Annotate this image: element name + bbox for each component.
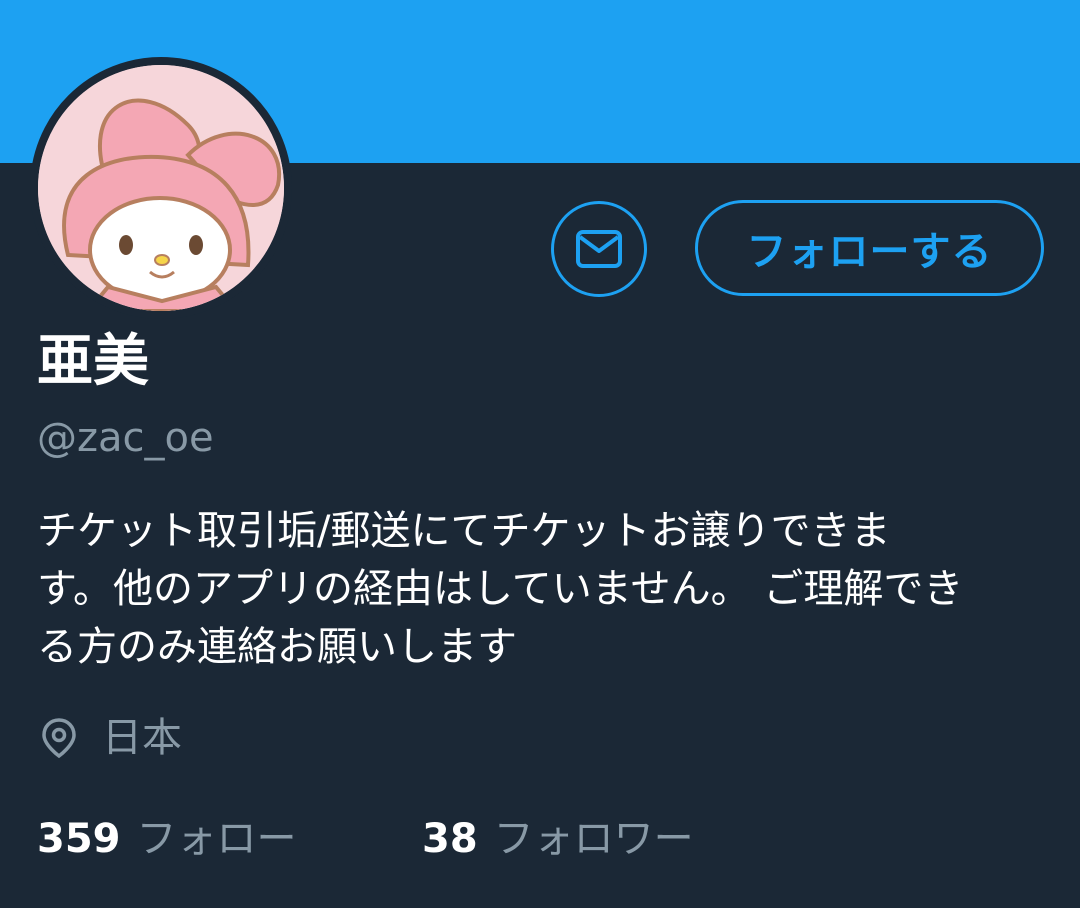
display-name: 亜美 (37, 329, 149, 394)
location-pin-icon (42, 718, 76, 759)
profile-handle: @zac_oe (37, 415, 214, 461)
followers-count: 38 (422, 816, 478, 862)
envelope-icon (576, 230, 622, 268)
profile-stats: 359 フォロー 38 フォロワー (37, 806, 694, 864)
profile-page: フォローする 亜美 @zac_oe チケット取引垢/郵送にてチケットお譲りできま… (0, 0, 1080, 908)
followers-label: フォロワー (493, 816, 694, 862)
my-melody-avatar-icon (38, 65, 284, 311)
message-button[interactable] (551, 201, 647, 297)
bio-line: る方のみ連絡お願いします (37, 624, 517, 670)
bio-line: す。他のアプリの経由はしていません。 ご理解でき (37, 566, 964, 612)
following-stat[interactable]: 359 フォロー (37, 806, 422, 864)
profile-bio: チケット取引垢/郵送にてチケットお譲りできま す。他のアプリの経由はしていません… (37, 502, 1047, 676)
avatar[interactable] (30, 57, 292, 319)
profile-location: 日本 (38, 712, 182, 764)
bio-line: チケット取引垢/郵送にてチケットお譲りできま (37, 508, 891, 554)
follow-button[interactable]: フォローする (695, 200, 1044, 296)
following-label: フォロー (136, 816, 297, 862)
following-count: 359 (37, 816, 121, 862)
location-text: 日本 (102, 715, 182, 761)
followers-stat[interactable]: 38 フォロワー (422, 806, 694, 864)
